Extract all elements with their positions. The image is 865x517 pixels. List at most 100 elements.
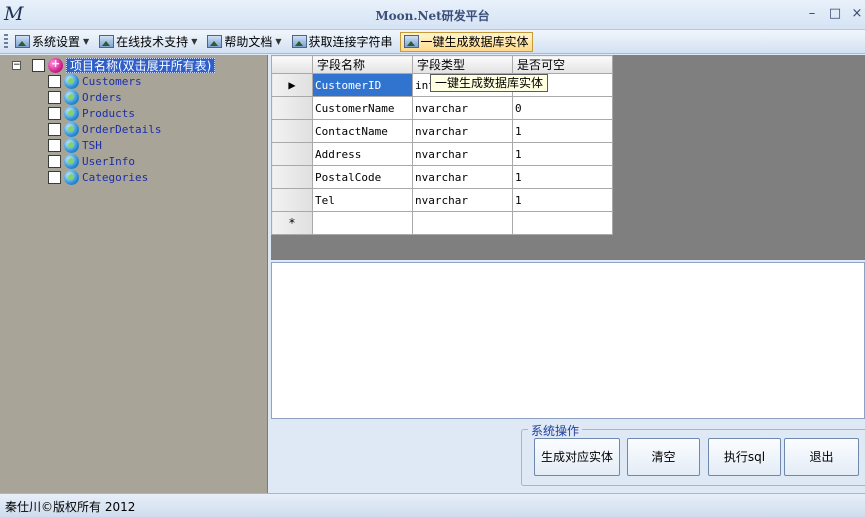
menu-label: 获取连接字符串 (308, 35, 393, 49)
row-header[interactable] (271, 165, 313, 189)
menu-label: 帮助文档 (224, 35, 273, 49)
menu-generate-entities[interactable]: 一键生成数据库实体 (399, 31, 533, 52)
menu-label: 一键生成数据库实体 (420, 35, 529, 49)
current-row-icon[interactable]: ▶ (271, 73, 313, 97)
tree-checkbox[interactable] (48, 170, 61, 184)
tree-root-node[interactable]: − 项目名称(双击展开所有表) (12, 57, 216, 73)
row-header[interactable] (271, 188, 313, 212)
tree-root-label[interactable]: 项目名称(双击展开所有表) (66, 57, 216, 73)
grid-cell[interactable] (512, 211, 613, 235)
actions-group-title: 系统操作 (528, 422, 583, 439)
generate-entities-button[interactable]: 生成对应实体 (534, 438, 620, 476)
table-icon (64, 105, 79, 121)
tree-item-label: Categories (82, 170, 149, 184)
menu-system-settings[interactable]: 系统设置 ▼ (12, 32, 92, 52)
grid-cell[interactable]: ContactName (312, 119, 413, 143)
tree-item-products[interactable]: Products (48, 105, 135, 121)
chevron-down-icon: ▼ (83, 37, 90, 46)
table-row[interactable]: ContactName nvarchar 1 (271, 119, 613, 143)
table-row[interactable]: Tel nvarchar 1 (271, 188, 613, 212)
tree-checkbox[interactable] (32, 58, 45, 72)
table-icon (64, 73, 79, 89)
chevron-down-icon: ▼ (275, 37, 282, 46)
grid-cell[interactable]: 1 (512, 142, 613, 166)
tree-item-label: Orders (82, 90, 122, 104)
grid-header-row: 字段名称 字段类型 是否可空 (271, 55, 613, 74)
title-bar: M Moon.Net研发平台 – □ × (0, 0, 865, 30)
execute-sql-button[interactable]: 执行sql (708, 438, 781, 476)
tree-checkbox[interactable] (48, 90, 61, 104)
tree-checkbox[interactable] (48, 138, 61, 152)
grid-cell[interactable]: Tel (312, 188, 413, 212)
window-title: Moon.Net研发平台 (375, 9, 490, 23)
copyright-text: 秦仕川©版权所有 2012 (5, 500, 136, 514)
table-icon (64, 169, 79, 185)
tree-item-label: Products (82, 106, 135, 120)
grid-cell[interactable]: 0 (512, 96, 613, 120)
grid-cell[interactable]: PostalCode (312, 165, 413, 189)
tree-checkbox[interactable] (48, 106, 61, 120)
tooltip: 一键生成数据库实体 (430, 74, 549, 92)
grid-cell[interactable]: nvarchar (412, 96, 513, 120)
column-header-nullable[interactable]: 是否可空 (512, 55, 613, 74)
row-header[interactable] (271, 142, 313, 166)
table-row[interactable]: Address nvarchar 1 (271, 142, 613, 166)
table-icon (64, 137, 79, 153)
image-icon (15, 35, 30, 48)
image-icon (291, 35, 307, 48)
collapse-icon[interactable]: − (12, 60, 21, 70)
field-grid-area[interactable]: 字段名称 字段类型 是否可空 ▶ CustomerID int Customer… (271, 55, 865, 260)
grid-cell[interactable]: CustomerName (312, 96, 413, 120)
row-header[interactable] (271, 119, 313, 143)
tree-item-orderdetails[interactable]: OrderDetails (48, 121, 161, 137)
toolbar: 系统设置 ▼ 在线技术支持 ▼ 帮助文档 ▼ 获取连接字符串 一键生成数据库实体 (0, 30, 865, 54)
grid-cell[interactable]: nvarchar (412, 142, 513, 166)
grid-cell[interactable]: nvarchar (412, 165, 513, 189)
grid-cell[interactable]: 1 (512, 119, 613, 143)
grid-cell[interactable]: nvarchar (412, 188, 513, 212)
database-tree[interactable]: − 项目名称(双击展开所有表) Customers Orders Product… (0, 55, 268, 493)
sql-textbox[interactable] (271, 262, 865, 419)
table-row[interactable]: CustomerName nvarchar 0 (271, 96, 613, 120)
tree-checkbox[interactable] (48, 154, 61, 168)
tree-item-userinfo[interactable]: UserInfo (48, 153, 135, 169)
menu-online-support[interactable]: 在线技术支持 ▼ (96, 32, 200, 52)
maximize-button[interactable]: □ (826, 6, 844, 22)
clear-button[interactable]: 清空 (627, 438, 700, 476)
grid-cell[interactable]: 1 (512, 165, 613, 189)
grid-corner[interactable] (271, 55, 313, 74)
tree-item-orders[interactable]: Orders (48, 89, 122, 105)
grid-cell[interactable]: Address (312, 142, 413, 166)
image-icon (207, 35, 223, 48)
tree-checkbox[interactable] (48, 122, 61, 136)
grid-cell[interactable]: nvarchar (412, 119, 513, 143)
grid-cell[interactable]: CustomerID (312, 73, 413, 97)
grid-cell[interactable] (312, 211, 413, 235)
tree-item-label: OrderDetails (82, 122, 162, 136)
image-icon (403, 35, 419, 48)
table-icon (64, 89, 79, 105)
column-header-field-name[interactable]: 字段名称 (312, 55, 413, 74)
tree-item-categories[interactable]: Categories (48, 169, 148, 185)
grid-cell[interactable] (412, 211, 513, 235)
table-row[interactable]: PostalCode nvarchar 1 (271, 165, 613, 189)
tree-item-label: TSH (82, 138, 102, 152)
menu-label: 在线技术支持 (116, 35, 189, 49)
tree-checkbox[interactable] (48, 74, 61, 88)
new-row-icon[interactable]: * (271, 211, 313, 235)
menu-help-docs[interactable]: 帮助文档 ▼ (204, 32, 284, 52)
exit-button[interactable]: 退出 (784, 438, 859, 476)
tree-item-tsh[interactable]: TSH (48, 137, 102, 153)
table-icon (64, 121, 79, 137)
toolbar-grip[interactable] (4, 33, 8, 50)
new-row[interactable]: * (271, 211, 613, 235)
image-icon (99, 35, 115, 48)
tree-item-customers[interactable]: Customers (48, 73, 142, 89)
row-header[interactable] (271, 96, 313, 120)
close-button[interactable]: × (848, 6, 865, 22)
column-header-field-type[interactable]: 字段类型 (412, 55, 513, 74)
grid-cell[interactable]: 1 (512, 188, 613, 212)
table-icon (64, 153, 79, 169)
menu-get-connection-string[interactable]: 获取连接字符串 (289, 32, 396, 52)
minimize-button[interactable]: – (803, 6, 821, 22)
